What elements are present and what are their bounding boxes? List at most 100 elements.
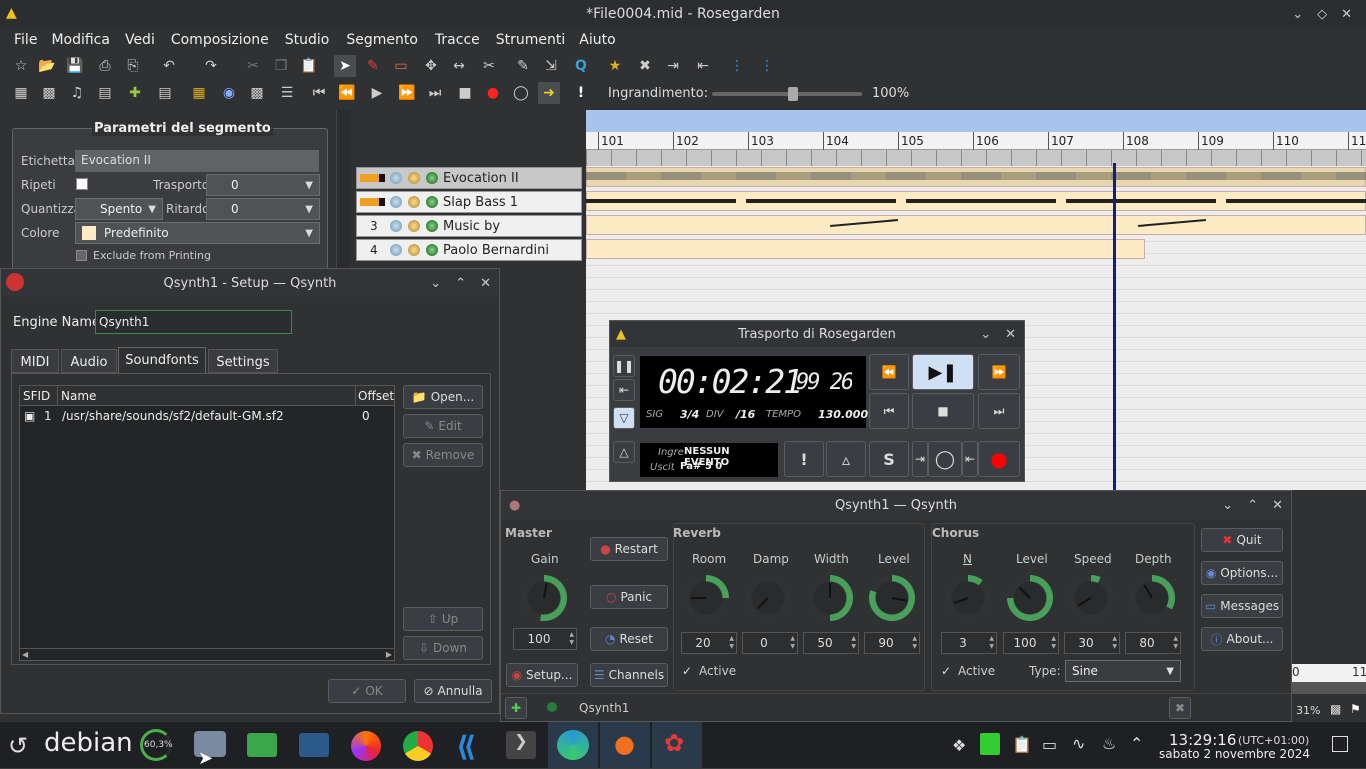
event-list-icon[interactable]: ▤ [94, 82, 116, 104]
chorus-level-knob[interactable] [1007, 575, 1053, 621]
reverb-width-spinbox[interactable]: 50 [803, 632, 859, 654]
ok-button[interactable]: ✓ OK [328, 679, 406, 703]
transport-minimize-icon[interactable]: ⌄ [980, 327, 991, 342]
zoom-slider-handle[interactable] [788, 87, 798, 101]
messages-button[interactable]: ▭ Messages [1201, 594, 1283, 618]
join-tool-icon[interactable]: ✎ [512, 55, 534, 77]
track-solo-icon[interactable] [408, 220, 420, 232]
label-field[interactable]: Evocation II [75, 150, 319, 172]
repeat-checkbox[interactable] [76, 178, 88, 190]
move-up-button[interactable]: ⇧ Up [403, 607, 483, 631]
gain-spinbox[interactable]: 100 [513, 628, 577, 650]
scroll-right-icon[interactable]: ▶ [386, 650, 392, 659]
transport-close-icon[interactable]: ✕ [1005, 327, 1016, 342]
menu-studio[interactable]: Studio [285, 32, 330, 48]
tab-audio[interactable]: Audio [61, 349, 117, 373]
maximize-icon[interactable]: ◇ [1317, 7, 1327, 22]
transport-record-button[interactable]: ● [978, 441, 1020, 477]
qsynth-minimize-icon[interactable]: ⌄ [1222, 498, 1233, 513]
debian-swirl-icon[interactable]: ↺ [8, 732, 28, 760]
tab-soundfonts[interactable]: Soundfonts [118, 347, 206, 373]
track-header[interactable]: 4 Paolo Bernardini [356, 239, 582, 261]
track-solo-icon[interactable] [408, 244, 420, 256]
stop-icon[interactable]: ■ [454, 82, 476, 104]
chorus-depth-knob[interactable] [1129, 575, 1175, 621]
battery-icon[interactable]: ▭ [1042, 735, 1057, 754]
close-icon[interactable]: ✕ [1341, 7, 1352, 22]
gain-knob[interactable] [521, 575, 567, 621]
quit-button[interactable]: ✖ Quit [1201, 528, 1283, 552]
engine-name-input[interactable]: Qsynth1 [95, 310, 292, 334]
bottom-scrollbar-fragment[interactable] [1292, 682, 1366, 694]
color-select[interactable]: Predefinito [75, 222, 320, 244]
transport-pause-small[interactable]: ❚❚ [613, 355, 635, 377]
chorus-speed-knob[interactable] [1068, 575, 1114, 621]
chorus-active-check-icon[interactable]: ✓ [941, 664, 951, 678]
file-manager-icon[interactable] [247, 733, 277, 757]
loop-start-icon[interactable]: ⇥ [662, 55, 684, 77]
transport-loop-start-button[interactable]: ⇥ [912, 441, 928, 477]
studio-icon[interactable]: ☰ [276, 82, 298, 104]
remove-engine-button[interactable]: ✖ [1169, 697, 1191, 719]
resize-tool-icon[interactable]: ↔ [448, 55, 470, 77]
track-record-icon[interactable] [426, 220, 438, 232]
chorus-depth-spinbox[interactable]: 80 [1125, 632, 1181, 654]
transport-play-pause-button[interactable]: ▶❚ [912, 354, 974, 390]
chorus-level-spinbox[interactable]: 100 [1003, 632, 1059, 654]
firefox-icon[interactable] [351, 731, 381, 761]
reverb-damp-knob[interactable] [745, 575, 791, 621]
vscode-icon[interactable]: ⟪ [456, 730, 476, 763]
col-offset[interactable]: Offset [356, 386, 394, 406]
save-icon[interactable]: 💾 [64, 55, 86, 77]
transport-panic-button[interactable]: ! [784, 441, 824, 477]
params-scrollbar[interactable] [336, 110, 350, 270]
track-mute-icon[interactable] [390, 196, 402, 208]
chorus-n-knob[interactable] [945, 575, 991, 621]
tab-settings[interactable]: Settings [208, 349, 278, 373]
undo-icon[interactable]: ↶ [158, 55, 180, 77]
track-mute-icon[interactable] [390, 172, 402, 184]
os-label[interactable]: debian [44, 728, 133, 758]
segment-paolo-bernardini[interactable] [586, 239, 1145, 259]
about-button[interactable]: ⓘ About... [1201, 627, 1283, 651]
clipboard-icon[interactable]: 📋 [1012, 735, 1032, 754]
track-header[interactable]: Slap Bass 1 [356, 191, 582, 213]
segment-music-by[interactable] [586, 215, 1366, 235]
qsynth-close-icon[interactable]: ✕ [1272, 498, 1283, 513]
restart-button[interactable]: ● Restart [590, 537, 668, 561]
erase-tool-icon[interactable]: ▭ [390, 55, 412, 77]
menu-file[interactable]: File [14, 32, 37, 48]
track-mute-icon[interactable] [390, 244, 402, 256]
transport-metronome-button[interactable]: ▵ [826, 441, 866, 477]
transport-fast-forward-button[interactable]: ⏩ [978, 354, 1020, 390]
track-record-icon[interactable] [426, 244, 438, 256]
reverb-width-knob[interactable] [807, 575, 853, 621]
play-icon[interactable]: ▶ [366, 82, 388, 104]
wifi-icon[interactable]: ∿ [1072, 734, 1085, 753]
tray-expand-icon[interactable]: ⌃ [1130, 734, 1143, 753]
percussion-editor-icon[interactable]: ▩ [38, 82, 60, 104]
open-icon[interactable]: 📂 [36, 55, 58, 77]
menu-tracce[interactable]: Tracce [435, 32, 480, 48]
track-header[interactable]: Evocation II [356, 167, 582, 189]
scroll-left-icon[interactable]: ◀ [22, 650, 28, 659]
zoom-in-icon[interactable]: ⋮ [726, 55, 748, 77]
notation-editor-icon[interactable]: ♫ [66, 82, 88, 104]
chorus-speed-spinbox[interactable]: 30 [1064, 632, 1120, 654]
show-desktop-icon[interactable] [1332, 736, 1348, 752]
stretch-tool-icon[interactable]: ⇲ [540, 55, 562, 77]
setup-maximize-icon[interactable]: ⌃ [455, 276, 466, 291]
qsynth-maximize-icon[interactable]: ⌃ [1247, 498, 1258, 513]
panic-button[interactable]: ○ Panic [590, 585, 668, 609]
scroll-follow-icon[interactable]: ➜ [538, 82, 560, 104]
dropbox-icon[interactable]: ❖ [952, 736, 966, 755]
fast-forward-icon[interactable]: ⏩ [396, 82, 418, 104]
delay-select[interactable]: 0 [206, 198, 320, 220]
midi-mixer-icon[interactable]: ▦ [188, 82, 210, 104]
redo-icon[interactable]: ↷ [200, 55, 222, 77]
transport-goto-start-button[interactable]: ⏮ [869, 393, 909, 429]
remove-soundfont-button[interactable]: ✖ Remove [403, 443, 483, 467]
rewind-icon[interactable]: ⏪ [336, 82, 358, 104]
quantize-select[interactable]: Spento [75, 198, 163, 220]
chorus-type-select[interactable]: Sine [1065, 660, 1181, 682]
